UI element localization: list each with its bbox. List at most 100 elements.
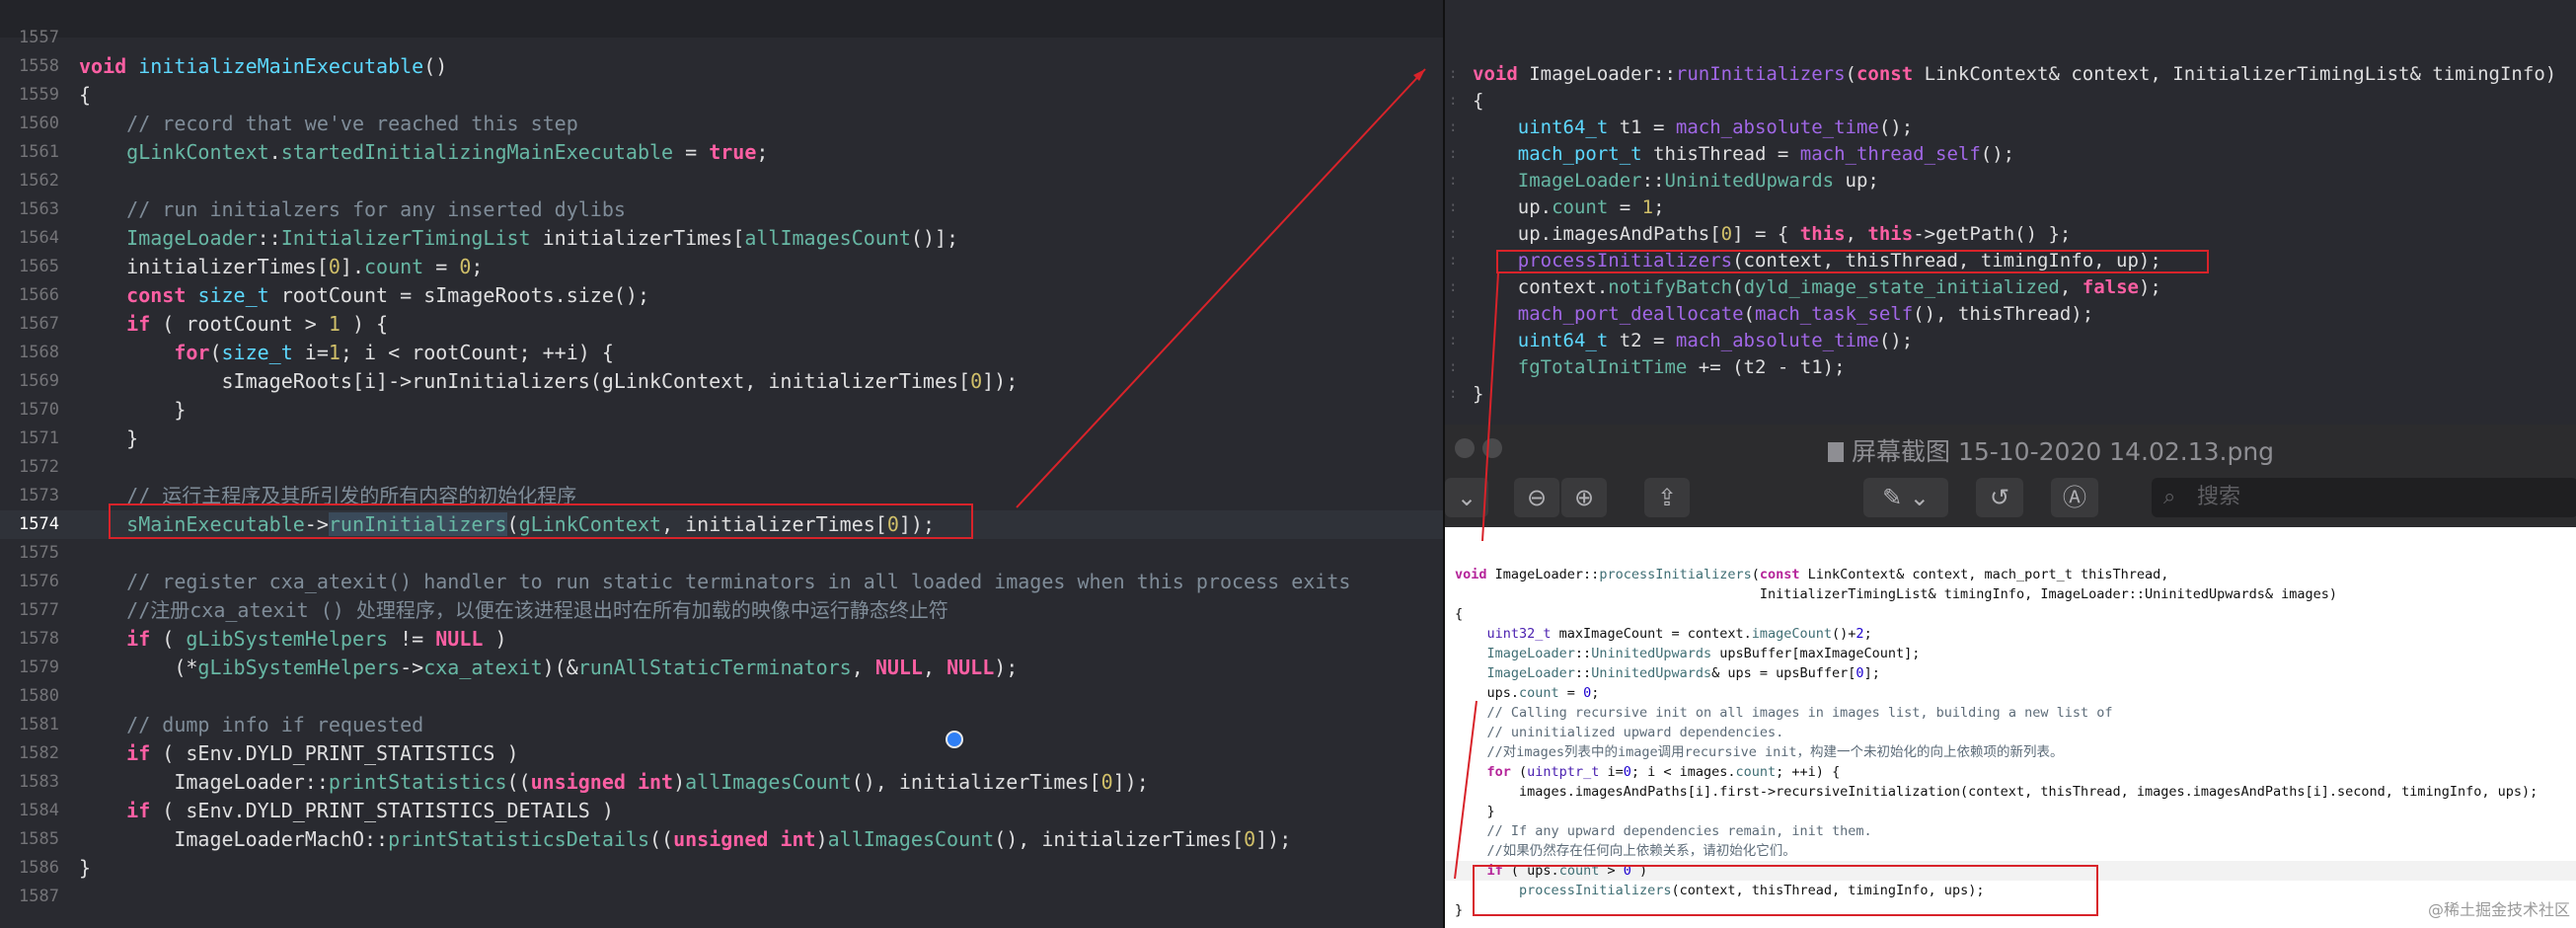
code-line[interactable]: 1581 // dump info if requested [0,711,1443,739]
code-line[interactable]: : ImageLoader::UninitedUpwards up; [1445,168,2576,194]
gutter-marker: : [1449,226,1458,242]
rotate-button[interactable]: ↺ [1976,478,2023,517]
line-number: 1582 [19,743,59,763]
code-line[interactable]: 1557 [0,24,1443,52]
code-line[interactable]: 1567 if ( rootCount > 1 ) { [0,310,1443,339]
right-code-editor[interactable]: : void ImageLoader::runInitializers(const… [1443,0,2576,425]
code-token: 0 [1583,685,1592,701]
code-line[interactable]: 1572 [0,453,1443,482]
search-input[interactable]: ⌕ 搜索 [2152,478,2576,517]
code-token: 1 [1641,196,1654,218]
code-token: (); [1878,116,1914,138]
code-token: { [79,83,92,107]
code-token: void [79,54,127,78]
code-line[interactable]: : mach_port_deallocate(mach_task_self(),… [1445,301,2576,328]
code-line[interactable]: 1577 //注册cxa_atexit () 处理程序，以便在该进程退出时在所有… [0,596,1443,625]
code-line[interactable]: : uint64_t t1 = mach_absolute_time(); [1445,115,2576,141]
code-line[interactable]: 1565 initializerTimes[0].count = 0; [0,253,1443,281]
code-token: // uninitialized upward dependencies. [1486,725,1784,740]
code-token: false [2082,276,2139,298]
code-token: UninitedUpwards [1591,646,1712,661]
code-token: = [423,255,460,278]
code-line[interactable]: 1586} [0,854,1443,883]
annotate-button[interactable]: Ⓐ [2051,478,2098,517]
code-line[interactable]: 1558 void initializeMainExecutable() [0,52,1443,81]
code-token: } [79,398,187,422]
sidebar-toggle-icon: ⌄ [1456,484,1477,511]
code-line[interactable]: 1584 if ( sEnv.DYLD_PRINT_STATISTICS_DET… [0,797,1443,825]
code-token: // register cxa_atexit() handler to run … [126,570,1351,593]
code-line[interactable]: 1564 ImageLoader::InitializerTimingList … [0,224,1443,253]
code-token: ]); [1255,827,1292,851]
code-token: & ups = upsBuffer[ [1711,665,1856,681]
code-line[interactable]: : fgTotalInitTime += (t2 - t1); [1445,354,2576,381]
code-line[interactable]: 1561 gLinkContext.startedInitializingMai… [0,138,1443,167]
left-code-editor[interactable]: 1557 1558 void initializeMainExecutable() 1… [0,0,1443,928]
code-token: ImageLoaderMachO:: [79,827,389,851]
code-line[interactable]: : void ImageLoader::runInitializers(const… [1445,61,2576,88]
code-line[interactable]: 1569 sImageRoots[i]->runInitializers(gLi… [0,367,1443,396]
code-token: ]; [1863,665,1880,681]
code-token: sImageRoots[i]->runInitializers(gLinkCon… [79,369,971,393]
code-token: void [1473,63,1518,85]
code-line[interactable]: 1563 // run initialzers for any inserted… [0,195,1443,224]
code-line[interactable]: : uint64_t t2 = mach_absolute_time(); [1445,328,2576,354]
code-line[interactable]: 1566 const size_t rootCount = sImageRoot… [0,281,1443,310]
code-token: ImageLoader [126,226,258,250]
document-code-line: //对images列表中的image调用recursive init，构建一个未… [1445,742,2576,762]
code-line[interactable]: 1559 { [0,81,1443,110]
zoom-in-icon: ⊕ [1573,484,1595,511]
code-line[interactable]: 1580 [0,682,1443,711]
code-line[interactable]: : mach_port_t thisThread = mach_thread_s… [1445,141,2576,168]
code-line[interactable]: :} [1445,381,2576,408]
code-text: // dump info if requested [79,711,423,739]
code-token: upsBuffer[maxImageCount]; [1711,646,1921,661]
code-line[interactable]: 1571 } [0,425,1443,453]
code-token: printStatistics [328,770,507,794]
code-line[interactable]: : up.count = 1; [1445,194,2576,221]
code-token: allImagesCount [685,770,852,794]
code-line[interactable]: 1576 // register cxa_atexit() handler to… [0,568,1443,596]
markup-button[interactable]: ✎ ⌄ [1863,478,1948,517]
code-line[interactable]: 1575 [0,539,1443,568]
code-line[interactable]: 1562 [0,167,1443,195]
code-line[interactable]: 1568 for(size_t i=1; i < rootCount; ++i)… [0,339,1443,367]
code-line[interactable]: 1579 (*gLibSystemHelpers->cxa_atexit)(&r… [0,654,1443,682]
document-code-line: // If any upward dependencies remain, in… [1445,821,2576,841]
code-line[interactable]: 1587 [0,883,1443,911]
line-number: 1570 [19,400,59,420]
code-line[interactable]: 1582 if ( sEnv.DYLD_PRINT_STATISTICS ) [0,739,1443,768]
line-number: 1583 [19,772,59,792]
document-code-line: } [1445,802,2576,821]
code-line[interactable]: 1583 ImageLoader::printStatistics((unsig… [0,768,1443,797]
code-text: } [79,854,91,883]
window-minimize-button[interactable] [1482,438,1502,458]
code-line[interactable]: :{ [1445,88,2576,115]
code-line[interactable]: 1585 ImageLoaderMachO::printStatisticsDe… [0,825,1443,854]
zoom-in-button[interactable]: ⊕ [1561,478,1607,517]
code-token: gLibSystemHelpers [186,627,389,651]
code-line[interactable]: 1560 // record that we've reached this s… [0,110,1443,138]
line-number: 1564 [19,228,59,248]
code-text: ImageLoader::UninitedUpwards upsBuffer[m… [1455,644,1921,663]
window-close-button[interactable] [1455,438,1475,458]
code-token: { [1473,90,1484,112]
sidebar-toggle-button[interactable]: ⌄ [1445,478,1488,517]
code-line[interactable]: 1570 } [0,396,1443,425]
code-text: void initializeMainExecutable() [79,52,447,81]
code-line[interactable]: 1578 if ( gLibSystemHelpers != NULL ) [0,625,1443,654]
code-line[interactable]: : up.imagesAndPaths[0] = { this, this->g… [1445,221,2576,248]
code-token: dyld_image_state_initialized [1743,276,2060,298]
code-token: mach_port_t [1517,143,1642,165]
zoom-out-button[interactable]: ⊖ [1514,478,1559,517]
share-button[interactable]: ⇪ [1644,478,1690,517]
code-token: i= [1599,764,1624,780]
code-line[interactable]: : context.notifyBatch(dyld_image_state_i… [1445,274,2576,301]
